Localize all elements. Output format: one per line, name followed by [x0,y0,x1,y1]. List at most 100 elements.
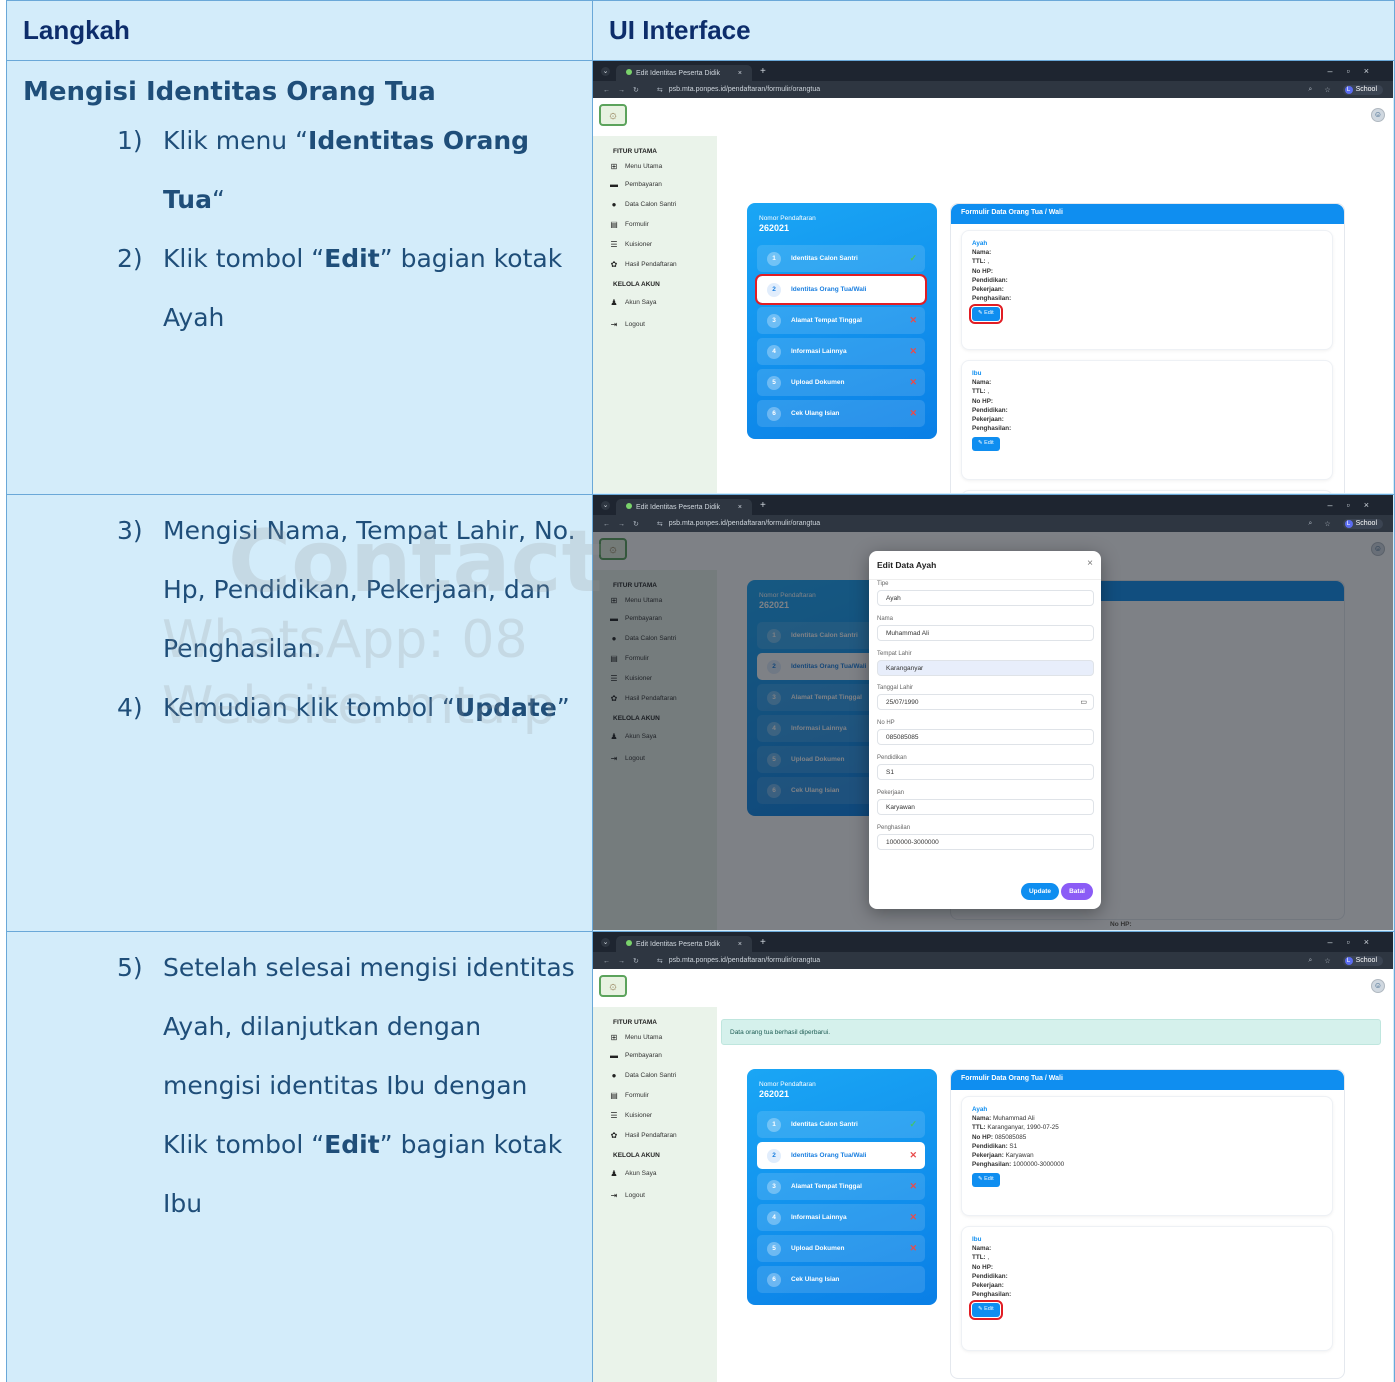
browser-tab[interactable]: Edit Identitas Peserta Didik × [616,936,752,952]
sidebar-item[interactable]: ●Data Calon Santri [609,1071,677,1080]
url-field[interactable]: psb.mta.ponpes.id/pendaftaran/formulir/o… [669,520,820,527]
url-field[interactable]: psb.mta.ponpes.id/pendaftaran/formulir/o… [669,86,820,93]
sidebar-item[interactable]: ✿Hasil Pendaftaran [609,260,677,269]
sidebar-item[interactable]: ♟Akun Saya [609,298,656,307]
sidebar-item[interactable]: ⇥Logout [609,1191,645,1200]
step-menu-item[interactable]: 6 Cek Ulang Isian ✕ [757,400,925,427]
field-input[interactable]: Karanganyar [877,660,1094,676]
step-menu-item[interactable]: 3 Alamat Tempat Tinggal ✕ [757,307,925,334]
tab-list-icon[interactable]: ⌄ [601,66,610,76]
close-tab-icon[interactable]: × [738,70,742,77]
bookmark-star-icon[interactable]: ☆ [1324,86,1330,94]
step-number: 5) [117,953,143,982]
sidebar: ۞ FITUR UTAMA ⊞Menu Utama ▬Pembayaran ●Data… [593,98,717,493]
calendar-icon[interactable]: ▭ [1080,698,1087,706]
profile-button[interactable]: L School [1342,518,1383,529]
nav-buttons[interactable]: ←→↻ [603,86,647,94]
url-field[interactable]: psb.mta.ponpes.id/pendaftaran/formulir/o… [669,957,820,964]
window-controls[interactable]: –▫× [1328,66,1383,76]
sidebar-item[interactable]: ⊞Menu Utama [609,1033,663,1042]
sidebar-item[interactable]: ♟Akun Saya [609,1169,656,1178]
form-title: Formulir Data Orang Tua / Wali [951,204,1344,224]
edit-button[interactable]: ✎ Edit [969,1300,1003,1320]
profile-button[interactable]: L School [1342,84,1383,95]
modal-field: No HP 085085085 [877,720,1094,745]
parent-card: WaliNama:TTL: , [961,490,1333,493]
step-menu-number: 4 [767,344,781,359]
sidebar-item[interactable]: ▬Pembayaran [609,180,662,189]
bookmark-star-icon[interactable]: ☆ [1324,957,1330,965]
sidebar-item[interactable]: ●Data Calon Santri [609,200,677,209]
browser-tab[interactable]: Edit Identitas Peserta Didik × [616,65,752,81]
new-tab-icon[interactable]: + [760,937,766,948]
update-button[interactable]: Update [1020,883,1059,900]
sidebar-item[interactable]: ▬Pembayaran [609,1051,662,1060]
avatar[interactable]: ☺ [1371,979,1385,993]
sidebar-item[interactable]: ☰Kuisioner [609,240,652,249]
step-menu-item[interactable]: 6 Cek Ulang Isian [757,1266,925,1293]
field-input[interactable]: 085085085 [877,729,1094,745]
window-controls[interactable]: –▫× [1328,500,1383,510]
site-info-icon[interactable]: ⇆ [657,520,663,528]
sidebar-item[interactable]: ⊞Menu Utama [609,162,663,171]
nav-buttons[interactable]: ←→↻ [603,520,647,528]
step-menu-item[interactable]: 2 Identitas Orang Tua/Wali [755,274,927,305]
field-input[interactable]: 25/07/1990 ▭ [877,694,1094,710]
logo-icon[interactable]: ۞ [599,975,627,997]
field-input[interactable]: Ayah [877,590,1094,606]
browser-tab[interactable]: Edit Identitas Peserta Didik × [616,499,752,515]
tab-list-icon[interactable]: ⌄ [601,500,610,510]
logo-icon[interactable]: ۞ [599,104,627,126]
tab-list-icon[interactable]: ⌄ [601,937,610,947]
favicon-icon [626,69,632,75]
close-tab-icon[interactable]: × [738,504,742,511]
header-langkah: Langkah [6,0,593,61]
grid-icon: ⊞ [610,162,618,171]
field-input[interactable]: 1000000-3000000 [877,834,1094,850]
edit-button[interactable]: ✎ Edit [972,437,1000,451]
step-menu-item[interactable]: 2 Identitas Orang Tua/Wali ✕ [757,1142,925,1169]
step-menu-label: Identitas Calon Santri [791,1121,858,1128]
sidebar-item[interactable]: ▤Formulir [609,220,649,229]
step-cell: 5) Setelah selesai mengisi identitas Aya… [6,931,593,1382]
close-tab-icon[interactable]: × [738,941,742,948]
zoom-icon[interactable]: ⌕ [1308,86,1312,94]
step-menu-item[interactable]: 5 Upload Dokumen ✕ [757,1235,925,1262]
app-area: ۞ FITUR UTAMA⊞Menu Utama▬Pembayaran●Data… [593,98,1393,493]
app-area: ۞ FITUR UTAMA⊞Menu Utama▬Pembayaran●Data… [593,969,1393,1382]
sidebar-item[interactable]: ▤Formulir [609,1091,649,1100]
step-menu-item[interactable]: 5 Upload Dokumen ✕ [757,369,925,396]
step-menu-label: Informasi Lainnya [791,1214,847,1221]
cancel-button[interactable]: Batal [1061,883,1093,900]
step-menu-item[interactable]: 4 Informasi Lainnya ✕ [757,338,925,365]
site-info-icon[interactable]: ⇆ [657,957,663,965]
section-title: Mengisi Identitas Orang Tua [23,77,436,107]
edit-button[interactable]: ✎ Edit [969,304,1003,324]
bookmark-star-icon[interactable]: ☆ [1324,520,1330,528]
avatar[interactable]: ☺ [1371,108,1385,122]
new-tab-icon[interactable]: + [760,66,766,77]
cross-icon: ✕ [909,346,917,356]
site-info-icon[interactable]: ⇆ [657,86,663,94]
sidebar-item[interactable]: ☰Kuisioner [609,1111,652,1120]
zoom-icon[interactable]: ⌕ [1308,957,1312,965]
field-input[interactable]: Karyawan [877,799,1094,815]
sidebar-item[interactable]: ✿Hasil Pendaftaran [609,1131,677,1140]
edit-button[interactable]: ✎ Edit [972,1173,1000,1187]
field-input[interactable]: S1 [877,764,1094,780]
window-controls[interactable]: –▫× [1328,937,1383,947]
step-menu-item[interactable]: 3 Alamat Tempat Tinggal ✕ [757,1173,925,1200]
tab-title: Edit Identitas Peserta Didik [636,504,721,511]
edit-ayah-modal: Edit Data Ayah × Tipe Ayah Nama Muhammad Ali… [869,551,1101,909]
field-input[interactable]: Muhammad Ali [877,625,1094,641]
step-menu-item[interactable]: 4 Informasi Lainnya ✕ [757,1204,925,1231]
close-icon[interactable]: × [1087,558,1093,569]
sidebar-item[interactable]: ⇥Logout [609,320,645,329]
step-menu-item[interactable]: 1 Identitas Calon Santri ✓ [757,245,925,272]
step-menu-item[interactable]: 1 Identitas Calon Santri ✓ [757,1111,925,1138]
new-tab-icon[interactable]: + [760,500,766,511]
profile-button[interactable]: L School [1342,955,1383,966]
nav-buttons[interactable]: ←→↻ [603,957,647,965]
address-bar: ←→↻ ⇆ psb.mta.ponpes.id/pendaftaran/form… [593,515,1393,532]
zoom-icon[interactable]: ⌕ [1308,520,1312,528]
